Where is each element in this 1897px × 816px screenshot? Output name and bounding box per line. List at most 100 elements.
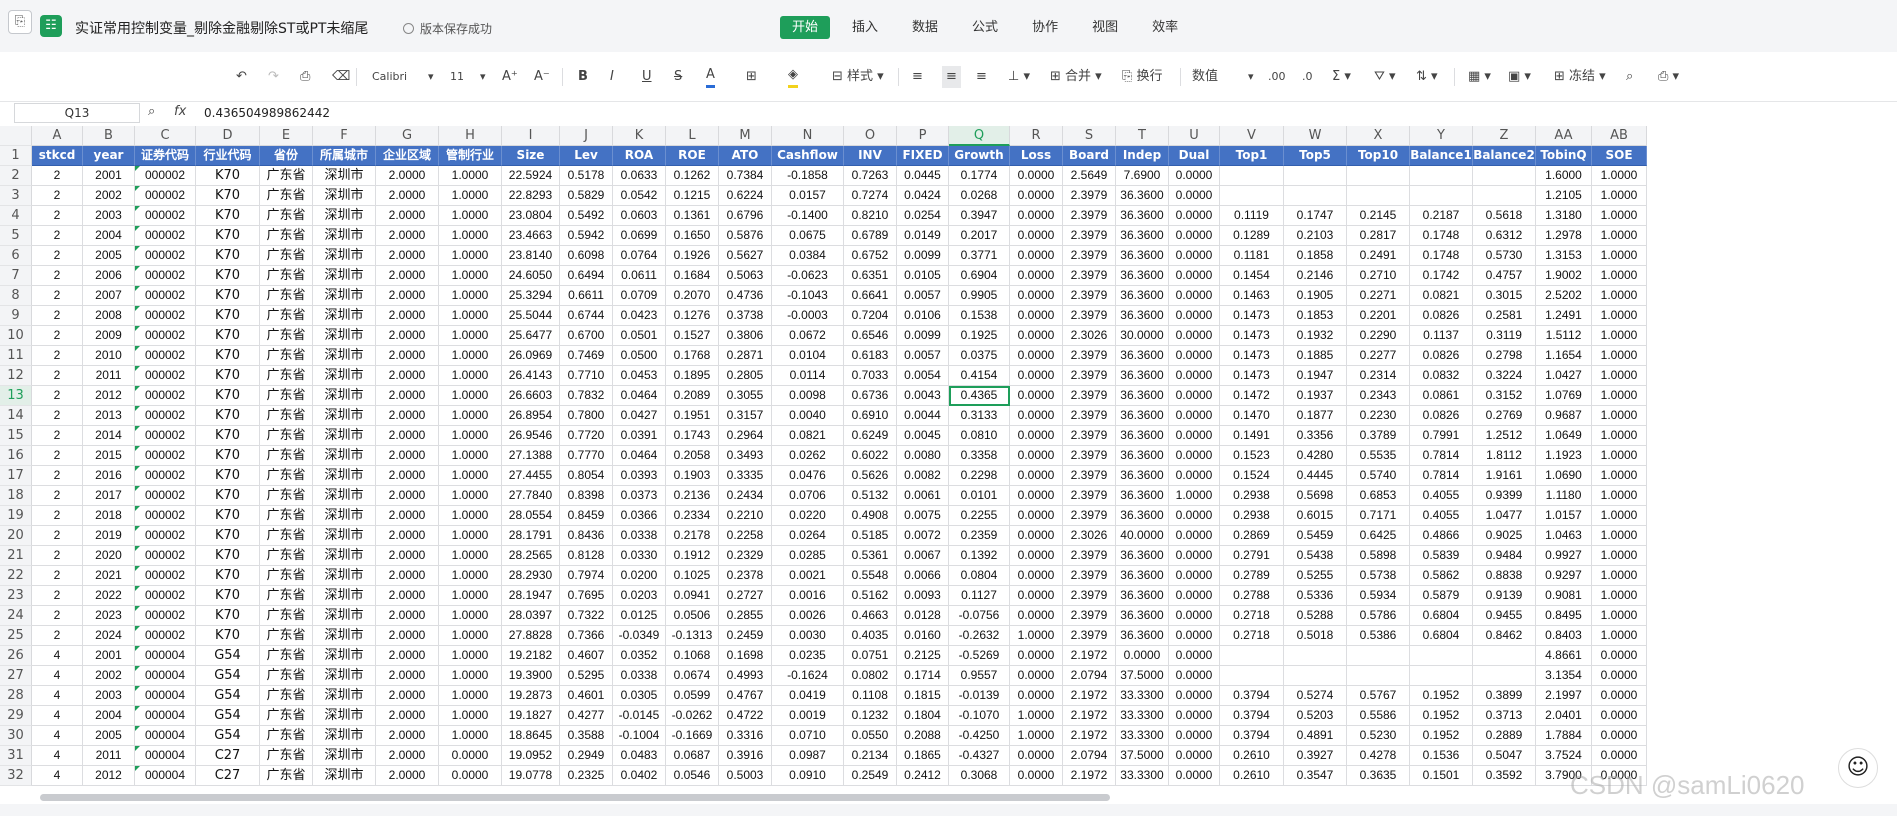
cell[interactable]: 2.0794 (1063, 666, 1116, 686)
cell[interactable]: 0.0000 (1592, 706, 1647, 726)
cell[interactable]: 0.7469 (560, 346, 613, 366)
cell[interactable]: 深圳市 (313, 466, 376, 486)
row-header[interactable]: 32 (0, 766, 32, 786)
cell[interactable]: 广东省 (260, 586, 313, 606)
cell[interactable]: 0.3055 (719, 386, 772, 406)
cell[interactable]: 0.0987 (772, 746, 844, 766)
cell[interactable]: 深圳市 (313, 286, 376, 306)
cell[interactable]: 0.5839 (1410, 546, 1473, 566)
cell[interactable]: 2003 (83, 686, 135, 706)
cell[interactable]: 0.1068 (666, 646, 719, 666)
row-header[interactable]: 30 (0, 726, 32, 746)
cell[interactable]: 2021 (83, 566, 135, 586)
cell[interactable]: 0.9484 (1473, 546, 1536, 566)
cell[interactable]: 2.0000 (376, 306, 439, 326)
column-title-cell[interactable]: ROE (666, 146, 719, 166)
cell[interactable]: 0.0000 (1010, 366, 1063, 386)
cell[interactable]: 0.0000 (1169, 666, 1220, 686)
cell[interactable]: 1.0000 (1592, 406, 1647, 426)
cell[interactable]: 0.0330 (613, 546, 666, 566)
cell[interactable]: 0.2271 (1347, 286, 1410, 306)
cell[interactable]: K70 (196, 366, 260, 386)
cell[interactable]: 深圳市 (313, 686, 376, 706)
cell[interactable]: -0.0139 (949, 686, 1010, 706)
cell[interactable]: 0.0000 (1010, 226, 1063, 246)
merge-button[interactable]: ⊞ 合并 ▾ (1050, 66, 1102, 88)
cell[interactable]: 000004 (135, 666, 196, 686)
cell[interactable]: 0.6910 (844, 406, 897, 426)
cell[interactable]: 0.1232 (844, 706, 897, 726)
cell[interactable]: 2.3979 (1063, 366, 1116, 386)
cell[interactable]: 36.3600 (1116, 346, 1169, 366)
cell[interactable]: 0.0483 (613, 746, 666, 766)
column-header[interactable]: B (83, 126, 135, 146)
cell[interactable] (1410, 166, 1473, 186)
cell[interactable]: 0.0821 (772, 426, 844, 446)
cell[interactable]: 0.0149 (897, 226, 949, 246)
cell[interactable]: 2 (32, 586, 83, 606)
cell[interactable]: 0.0810 (949, 426, 1010, 446)
cell[interactable]: 2.3979 (1063, 566, 1116, 586)
cell[interactable]: 0.1905 (1284, 286, 1347, 306)
cell[interactable]: 0.2187 (1410, 206, 1473, 226)
chart-icon[interactable]: ▦ ▾ (1468, 66, 1491, 88)
cell[interactable]: 2.3979 (1063, 546, 1116, 566)
cell[interactable]: 0.8210 (844, 206, 897, 226)
cell[interactable]: 0.5898 (1347, 546, 1410, 566)
cell[interactable]: 0.7263 (844, 166, 897, 186)
name-box[interactable]: Q13 (14, 103, 140, 123)
cell[interactable]: 0.7832 (560, 386, 613, 406)
cell[interactable]: 26.6603 (502, 386, 560, 406)
cell[interactable]: 000002 (135, 446, 196, 466)
column-header[interactable]: G (376, 126, 439, 146)
cell[interactable]: 2.3979 (1063, 306, 1116, 326)
cell[interactable]: 0.3224 (1473, 366, 1536, 386)
row-header[interactable]: 2 (0, 166, 32, 186)
cell[interactable]: 27.8828 (502, 626, 560, 646)
cell[interactable]: 000002 (135, 326, 196, 346)
column-header[interactable]: Q (949, 126, 1010, 146)
cell[interactable]: 0.0000 (1169, 746, 1220, 766)
cell[interactable]: -0.1858 (772, 166, 844, 186)
cell[interactable]: 0.0941 (666, 586, 719, 606)
cell[interactable]: 2004 (83, 706, 135, 726)
cell[interactable]: 000002 (135, 266, 196, 286)
row-header[interactable]: 7 (0, 266, 32, 286)
cell[interactable]: 深圳市 (313, 746, 376, 766)
cell[interactable] (1473, 666, 1536, 686)
cell[interactable]: 0.4663 (844, 606, 897, 626)
cell[interactable]: 0.7800 (560, 406, 613, 426)
cell[interactable]: -0.2632 (949, 626, 1010, 646)
cell[interactable]: 2011 (83, 366, 135, 386)
cell[interactable]: 0.8495 (1536, 606, 1592, 626)
cell[interactable]: 0.6015 (1284, 506, 1347, 526)
cell[interactable] (1220, 186, 1284, 206)
cell[interactable]: 000004 (135, 686, 196, 706)
cell[interactable]: 0.3133 (949, 406, 1010, 426)
cell[interactable]: -0.1313 (666, 626, 719, 646)
cell[interactable]: K70 (196, 226, 260, 246)
cell[interactable]: 0.2378 (719, 566, 772, 586)
cell[interactable]: 0.7204 (844, 306, 897, 326)
cell[interactable]: 0.2805 (719, 366, 772, 386)
cell[interactable]: K70 (196, 526, 260, 546)
cell[interactable]: 0.2938 (1220, 506, 1284, 526)
cell[interactable]: 0.5438 (1284, 546, 1347, 566)
cell[interactable]: 0.0603 (613, 206, 666, 226)
cell[interactable]: 0.1361 (666, 206, 719, 226)
cell[interactable]: K70 (196, 206, 260, 226)
cell[interactable]: 1.1654 (1536, 346, 1592, 366)
cell[interactable]: 广东省 (260, 306, 313, 326)
cell[interactable]: 广东省 (260, 286, 313, 306)
cell[interactable]: 3.7524 (1536, 746, 1592, 766)
cell[interactable]: 深圳市 (313, 166, 376, 186)
cell[interactable]: 27.7840 (502, 486, 560, 506)
cell[interactable]: 0.0402 (613, 766, 666, 786)
font-grow-icon[interactable]: A⁺ (502, 66, 518, 88)
cell[interactable]: 0.1127 (949, 586, 1010, 606)
cell[interactable]: K70 (196, 306, 260, 326)
cell[interactable]: 4 (32, 666, 83, 686)
cell[interactable]: 0.6796 (719, 206, 772, 226)
cell[interactable]: 广东省 (260, 206, 313, 226)
cell[interactable]: 0.3738 (719, 306, 772, 326)
